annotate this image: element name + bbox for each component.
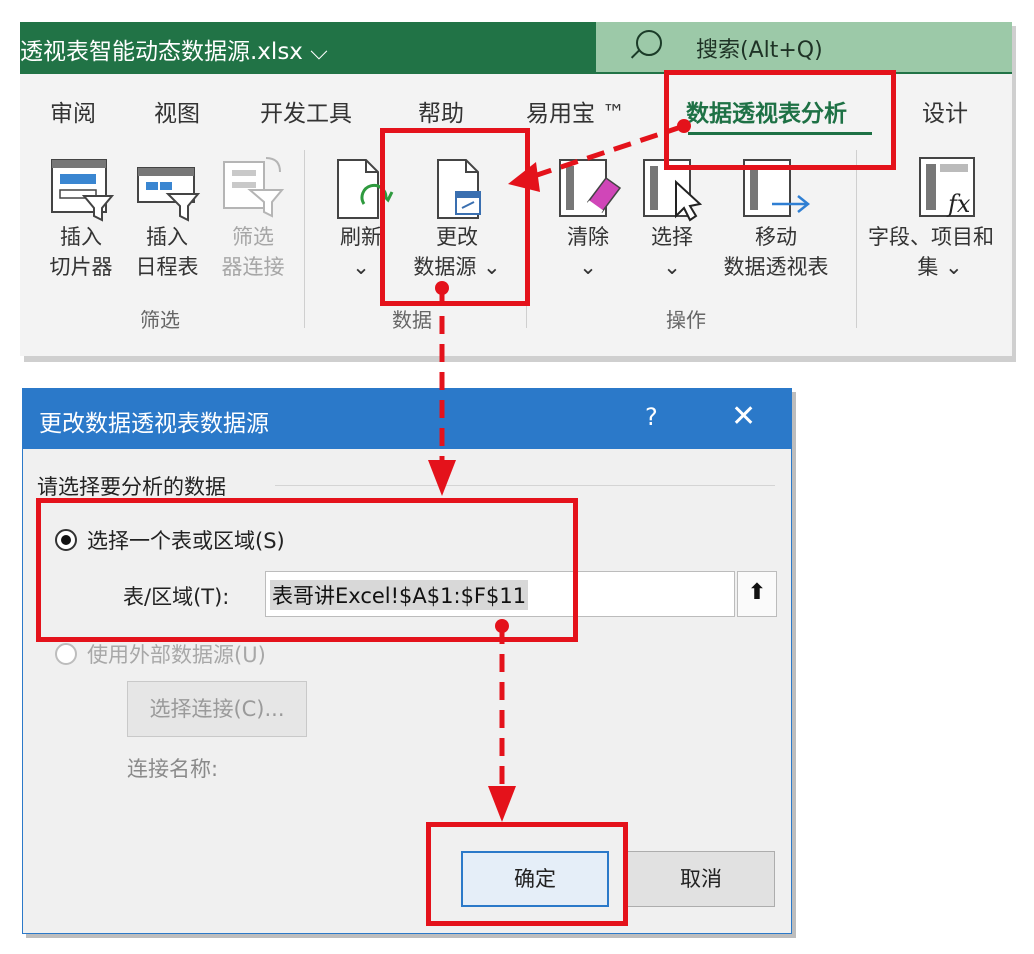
arrow-tab-to-button xyxy=(521,123,685,183)
arrow-head-left xyxy=(508,162,540,192)
arrow-start-dot xyxy=(677,119,691,133)
arrow-start-dot xyxy=(495,619,509,633)
arrow-head-down xyxy=(428,460,456,496)
arrow-start-dot xyxy=(435,281,449,295)
annotation-arrows xyxy=(428,119,691,822)
arrow-head-down xyxy=(488,786,516,822)
